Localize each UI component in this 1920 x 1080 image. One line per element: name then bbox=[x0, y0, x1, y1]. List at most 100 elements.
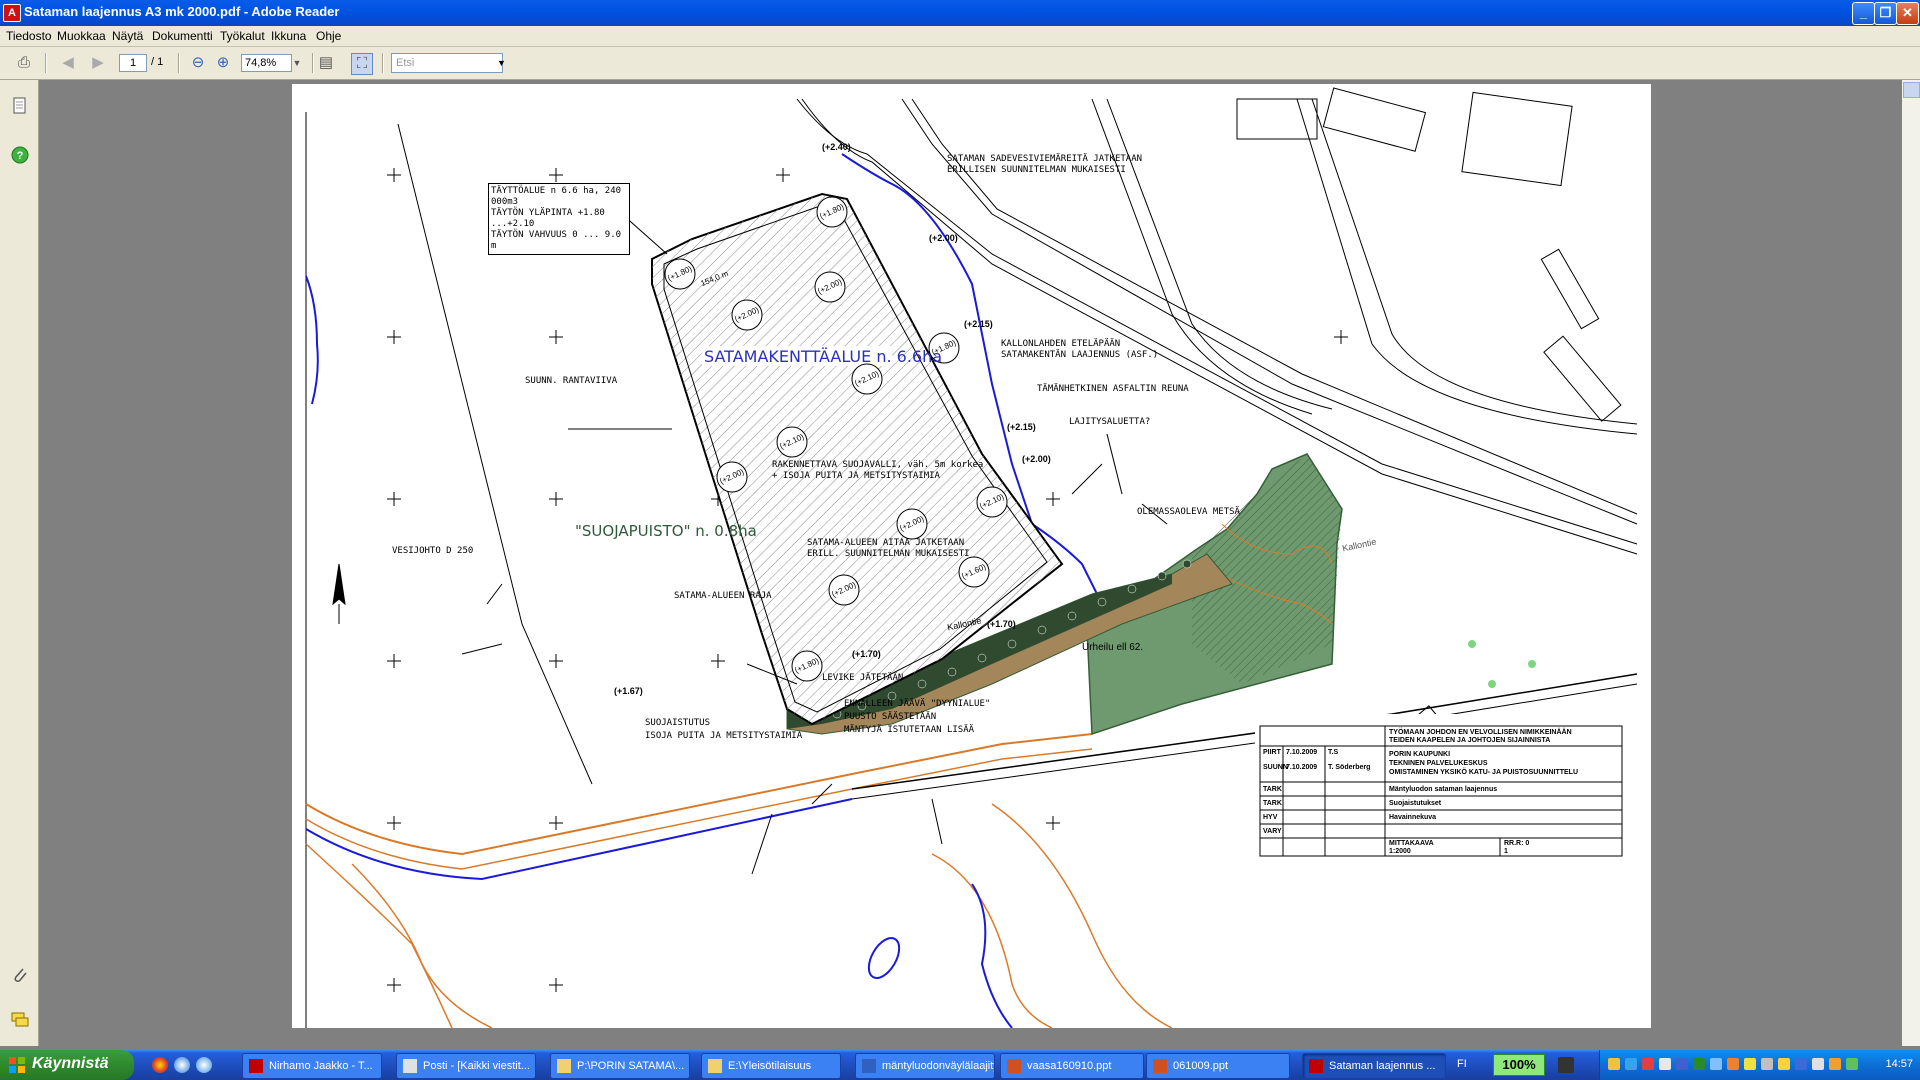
tray-icon[interactable] bbox=[1795, 1058, 1807, 1070]
level-label: (+1.70) bbox=[852, 649, 881, 659]
adobe-reader-icon: A bbox=[3, 4, 21, 22]
pages-icon[interactable] bbox=[10, 96, 30, 116]
toolbar-separator bbox=[312, 53, 314, 73]
titleblock-project: Mäntyluodon sataman laajennus bbox=[1389, 786, 1498, 793]
titleblock-unit: OMISTAMINEN YKSIKÖ KATU- JA PUISTOSUUNNI… bbox=[1389, 769, 1579, 776]
clock[interactable]: 14:57 bbox=[1885, 1058, 1913, 1070]
taskbar-item[interactable]: mäntyluodonväylälaajitysY... bbox=[855, 1053, 995, 1079]
taskbar-item[interactable]: Nirhamo Jaakko - T... bbox=[242, 1053, 382, 1079]
tray-icon[interactable] bbox=[1744, 1058, 1756, 1070]
taskbar-item[interactable]: Posti - [Kaikki viestit... bbox=[396, 1053, 536, 1079]
tray-icon[interactable] bbox=[1659, 1058, 1671, 1070]
attachments-icon[interactable] bbox=[10, 965, 30, 985]
titleblock-scale-label: MITTAKAAVA bbox=[1389, 840, 1434, 847]
tray-icon[interactable] bbox=[1642, 1058, 1654, 1070]
menu-tyokalut[interactable]: Työkalut bbox=[220, 29, 265, 43]
level-label: (+1.70) bbox=[987, 619, 1016, 629]
titleblock-row-label: SUUNN bbox=[1263, 764, 1288, 771]
internet-explorer-icon[interactable] bbox=[174, 1057, 190, 1073]
existing-forest-label: OLEMASSAOLEVA METSÄ bbox=[1137, 507, 1240, 517]
previous-page-icon[interactable]: ◀ bbox=[58, 53, 78, 73]
print-icon[interactable]: ⎙ bbox=[14, 53, 34, 73]
minimize-button[interactable]: _ bbox=[1852, 2, 1875, 25]
tray-icon[interactable] bbox=[1778, 1058, 1790, 1070]
comments-icon[interactable] bbox=[10, 1010, 30, 1030]
fill-area-note: TÄYTTÖALUE n 6.6 ha, 240 000m3 TÄYTÖN YL… bbox=[488, 183, 630, 255]
language-indicator[interactable]: FI bbox=[1457, 1058, 1467, 1070]
taskbar-item[interactable]: E:\Yleisötilaisuus bbox=[701, 1053, 841, 1079]
taskbar-item[interactable]: 061009.ppt bbox=[1146, 1053, 1290, 1079]
menu-ikkuna[interactable]: Ikkuna bbox=[271, 29, 306, 43]
titleblock-row-date: 7.10.2009 bbox=[1286, 749, 1318, 756]
title-bar[interactable]: A Sataman laajennus A3 mk 2000.pdf - Ado… bbox=[0, 0, 1920, 26]
full-screen-icon[interactable]: ⛶ bbox=[351, 53, 373, 75]
sports-label: Urheilu ell 62. bbox=[1082, 642, 1144, 653]
maximize-button[interactable]: ❐ bbox=[1874, 2, 1897, 25]
tray-icon[interactable] bbox=[1625, 1058, 1637, 1070]
tray-icon[interactable] bbox=[1676, 1058, 1688, 1070]
level-label: (+2.15) bbox=[964, 319, 993, 329]
titleblock-rev: 1 bbox=[1504, 848, 1508, 855]
taskbar-item-active[interactable]: Sataman laajennus ... bbox=[1302, 1053, 1446, 1079]
chrome-icon[interactable] bbox=[152, 1057, 168, 1073]
map-label: TÄYTTÖALUE n 6.6 ha, 240 000m3 bbox=[491, 186, 622, 207]
taskbar-item-label: 061009.ppt bbox=[1173, 1060, 1229, 1072]
svg-text:?: ? bbox=[17, 150, 24, 162]
zoom-badge[interactable]: 100% bbox=[1493, 1054, 1545, 1076]
browser-icon[interactable] bbox=[196, 1057, 212, 1073]
tray-icon[interactable] bbox=[1846, 1058, 1858, 1070]
start-button[interactable]: Käynnistä bbox=[0, 1050, 134, 1080]
zoom-in-icon[interactable]: ⊕ bbox=[213, 53, 233, 73]
tray-icon[interactable] bbox=[1710, 1058, 1722, 1070]
tray-icon[interactable] bbox=[1761, 1058, 1773, 1070]
search-dropdown-icon[interactable]: ▼ bbox=[497, 53, 507, 73]
harbour-field-label: SATAMAKENTTÄALUE n. 6.6ha bbox=[704, 347, 943, 366]
vertical-scrollbar[interactable] bbox=[1902, 80, 1920, 1046]
scrollbar-thumb[interactable] bbox=[1903, 82, 1920, 98]
map-label: ENNALLEEN JÄÄVÄ "DYYNIALUE" bbox=[844, 699, 991, 709]
titleblock-row-label: VARY bbox=[1263, 828, 1282, 835]
zoom-out-icon[interactable]: ⊖ bbox=[188, 53, 208, 73]
screening-note: SUOJAISTUTUS ISOJA PUITA JA METSITYSTAIM… bbox=[645, 717, 802, 743]
titleblock-row-label: HYV bbox=[1263, 814, 1278, 821]
folder-icon bbox=[557, 1059, 571, 1073]
menu-nayta[interactable]: Näytä bbox=[112, 29, 143, 43]
map-label: PUUSTO SÄÄSTETÄÄN bbox=[844, 712, 937, 722]
title-block: TYÖMAAN JOHDON EN VELVOLLISEN NIMIKKEINÄ… bbox=[1255, 714, 1635, 914]
system-tray: 14:57 bbox=[1599, 1050, 1920, 1080]
page-number-input[interactable]: 1 bbox=[119, 54, 147, 72]
taskbar-item-label: P:\PORIN SATAMA\... bbox=[577, 1060, 685, 1072]
titleblock-header1: TYÖMAAN JOHDON EN VELVOLLISEN NIMIKKEINÄ… bbox=[1389, 729, 1572, 736]
menu-tiedosto[interactable]: Tiedosto bbox=[6, 29, 52, 43]
taskbar-item-label: mäntyluodonväylälaajitysY... bbox=[882, 1060, 994, 1072]
zoom-input[interactable]: 74,8% bbox=[241, 54, 292, 72]
taskbar-item-label: E:\Yleisötilaisuus bbox=[728, 1060, 812, 1072]
taskbar-item[interactable]: vaasa160910.ppt bbox=[1000, 1053, 1144, 1079]
tray-icon[interactable] bbox=[1608, 1058, 1620, 1070]
close-button[interactable]: ✕ bbox=[1896, 2, 1919, 25]
pdf-app-icon bbox=[249, 1059, 263, 1073]
document-icon bbox=[862, 1059, 876, 1073]
help-icon[interactable]: ? bbox=[10, 145, 30, 165]
fit-page-icon[interactable]: ▤ bbox=[316, 53, 336, 73]
menu-dokumentti[interactable]: Dokumentti bbox=[152, 29, 213, 43]
next-page-icon[interactable]: ▶ bbox=[88, 53, 108, 73]
titleblock-rev-label: RR.R: 0 bbox=[1504, 840, 1530, 847]
windows-flag-icon bbox=[9, 1057, 25, 1073]
map-label: ERILLISEN SUUNNITELMAN MUKAISESTI bbox=[947, 165, 1126, 175]
toolbar-separator bbox=[382, 53, 384, 73]
tray-icon[interactable] bbox=[1693, 1058, 1705, 1070]
folder-icon bbox=[708, 1059, 722, 1073]
display-icon[interactable] bbox=[1558, 1057, 1574, 1073]
titleblock-drawing: Havainnekuva bbox=[1389, 814, 1437, 821]
menu-ohje[interactable]: Ohje bbox=[316, 29, 341, 43]
taskbar-item[interactable]: P:\PORIN SATAMA\... bbox=[550, 1053, 690, 1079]
menu-bar: Tiedosto Muokkaa Näytä Dokumentti Työkal… bbox=[0, 26, 1920, 47]
zoom-dropdown-icon[interactable]: ▼ bbox=[287, 53, 307, 73]
tray-icon[interactable] bbox=[1727, 1058, 1739, 1070]
menu-muokkaa[interactable]: Muokkaa bbox=[57, 29, 106, 43]
tray-icon[interactable] bbox=[1812, 1058, 1824, 1070]
tray-icon[interactable] bbox=[1829, 1058, 1841, 1070]
search-input[interactable]: Etsi bbox=[391, 53, 503, 73]
embankment-note: RAKENNETTAVA SUOJAVALLI, väh. 5m korkea … bbox=[772, 460, 983, 482]
